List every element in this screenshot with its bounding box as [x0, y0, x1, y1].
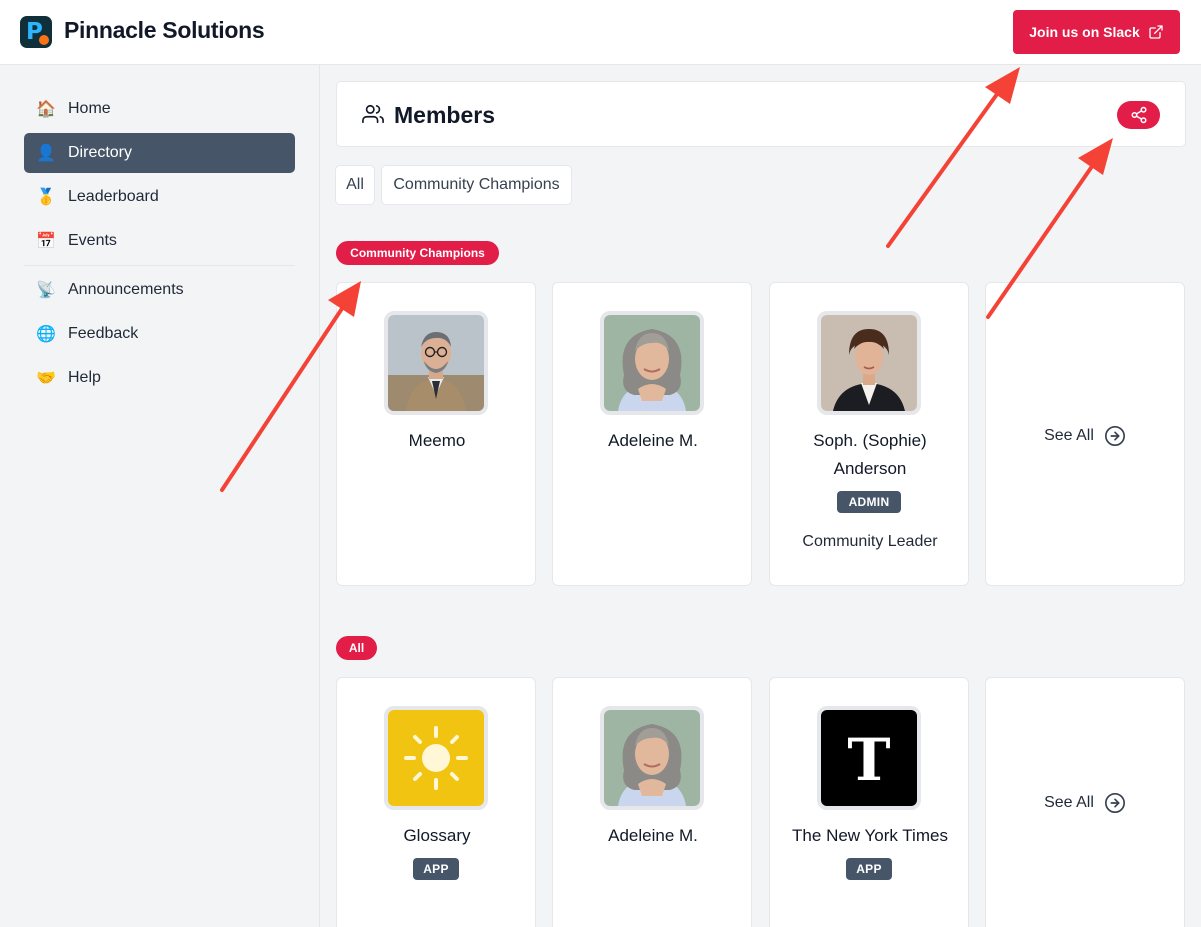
sidebar-item-label: Feedback: [68, 325, 139, 342]
see-all-card[interactable]: See All: [985, 282, 1185, 586]
brand-name[interactable]: Pinnacle Solutions: [64, 17, 265, 44]
arrow-right-circle-icon: [1104, 793, 1125, 813]
join-slack-label: Join us on Slack: [1029, 24, 1140, 40]
avatar: [817, 311, 921, 415]
member-role: Community Leader: [802, 533, 938, 550]
nyt-logo-icon: T: [821, 710, 917, 806]
handshake-icon: 🤝: [36, 370, 56, 387]
users-icon: [362, 104, 384, 124]
member-name-line2: Anderson: [833, 459, 907, 478]
section-label-all: All: [336, 636, 377, 660]
house-icon: 🏠: [36, 101, 56, 118]
sidebar-item-events[interactable]: 📅 Events: [24, 221, 295, 261]
sidebar-item-label: Announcements: [68, 281, 184, 298]
member-name: The New York Times: [792, 826, 948, 845]
globe-icon: 🌐: [36, 326, 56, 343]
person-card-icon: 👤: [36, 145, 56, 162]
avatar: [600, 706, 704, 810]
avatar: T: [817, 706, 921, 810]
sidebar-item-label: Home: [68, 100, 111, 117]
calendar-icon: 📅: [36, 233, 56, 250]
avatar: [384, 706, 488, 810]
see-all-label: See All: [1044, 794, 1094, 811]
avatar: [600, 311, 704, 415]
member-name: Meemo: [408, 431, 466, 450]
member-card-adeleine-2[interactable]: Adeleine M.: [552, 677, 752, 927]
member-name: Glossary: [403, 826, 471, 845]
admin-badge: ADMIN: [837, 491, 901, 513]
filter-community-champions[interactable]: Community Champions: [381, 165, 572, 205]
member-card-sophie-anderson[interactable]: Soph. (Sophie) Anderson ADMIN Community …: [769, 282, 969, 586]
sidebar-item-label: Events: [68, 232, 117, 249]
sidebar-item-label: Leaderboard: [68, 188, 159, 205]
members-header: Members: [336, 81, 1186, 147]
svg-text:T: T: [847, 726, 890, 794]
section-label-community-champions: Community Champions: [336, 241, 499, 265]
page-title: Members: [394, 102, 495, 128]
sidebar: 🏠 Home 👤 Directory 🥇 Leaderboard 📅 Event…: [0, 65, 320, 927]
app-badge: APP: [846, 858, 892, 880]
sidebar-item-announcements[interactable]: 📡 Announcements: [24, 270, 295, 310]
member-name: Adeleine M.: [608, 431, 698, 450]
sidebar-item-home[interactable]: 🏠 Home: [24, 89, 295, 129]
member-card-meemo[interactable]: Meemo: [336, 282, 536, 586]
see-all-link[interactable]: See All: [986, 425, 1184, 447]
share-button[interactable]: [1117, 101, 1160, 129]
arrow-right-circle-icon: [1104, 426, 1125, 446]
member-card-adeleine[interactable]: Adeleine M.: [552, 282, 752, 586]
member-card-glossary[interactable]: Glossary APP: [336, 677, 536, 927]
join-slack-button[interactable]: Join us on Slack: [1013, 10, 1180, 54]
sidebar-item-label: Directory: [68, 144, 133, 161]
satellite-dish-icon: 📡: [36, 282, 56, 299]
see-all-card[interactable]: See All: [985, 677, 1185, 927]
sidebar-item-label: Help: [68, 369, 101, 386]
pinnacle-logo[interactable]: P: [20, 16, 52, 48]
app-badge: APP: [413, 858, 459, 880]
share-icon: [1131, 106, 1146, 124]
top-bar: P Pinnacle Solutions Join us on Slack: [0, 0, 1201, 65]
sidebar-item-directory[interactable]: 👤 Directory: [24, 133, 295, 173]
external-link-icon: [1149, 25, 1163, 39]
see-all-label: See All: [1044, 427, 1094, 444]
filter-all[interactable]: All: [335, 165, 375, 205]
member-name: Adeleine M.: [608, 826, 698, 845]
sidebar-item-leaderboard[interactable]: 🥇 Leaderboard: [24, 177, 295, 217]
avatar: [384, 311, 488, 415]
sidebar-item-feedback[interactable]: 🌐 Feedback: [24, 314, 295, 354]
medal-icon: 🥇: [36, 189, 56, 206]
member-card-new-york-times[interactable]: T The New York Times APP: [769, 677, 969, 927]
sidebar-item-help[interactable]: 🤝 Help: [24, 358, 295, 398]
sun-icon: [388, 710, 484, 806]
member-name-line1: Soph. (Sophie): [813, 431, 927, 450]
see-all-link[interactable]: See All: [986, 792, 1184, 814]
sidebar-divider: [24, 265, 295, 266]
